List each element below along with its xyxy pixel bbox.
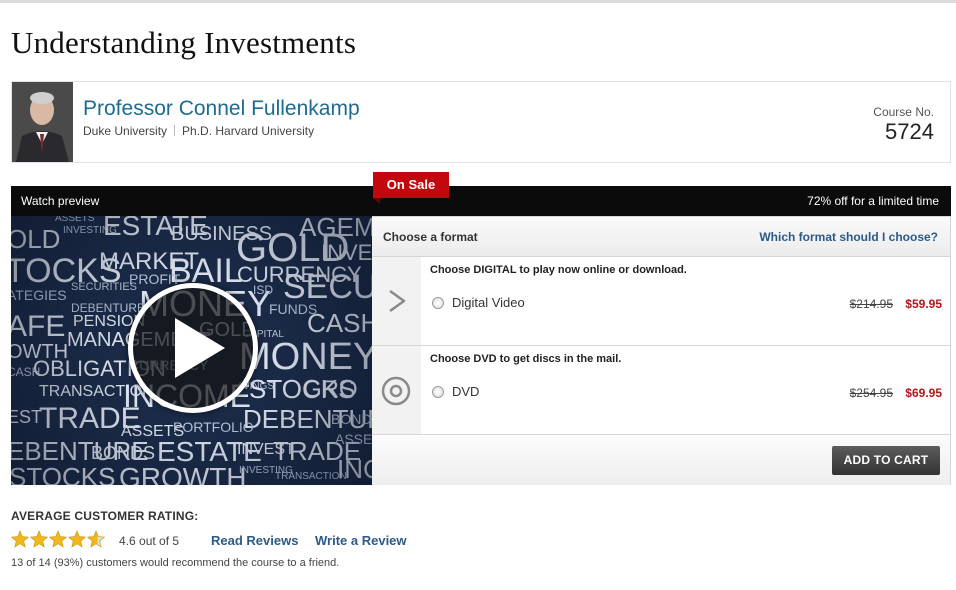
dvd-radio[interactable]: [432, 386, 444, 398]
original-price: $214.95: [849, 297, 893, 311]
discount-text: 72% off for a limited time: [807, 194, 939, 208]
format-header: Choose a format Which format should I ch…: [372, 217, 950, 257]
digital-video-radio[interactable]: [432, 297, 444, 309]
top-divider: [0, 0, 956, 3]
professor-credentials: Duke University Ph.D. Harvard University: [83, 124, 314, 138]
read-reviews-link[interactable]: Read Reviews: [211, 533, 298, 548]
original-price: $254.95: [849, 386, 893, 400]
star-icon: [86, 530, 106, 548]
professor-card: Professor Connel Fullenkamp Duke Univers…: [11, 81, 951, 163]
on-sale-ribbon-fold: [373, 198, 380, 204]
sale-price: $69.95: [905, 386, 942, 400]
star-icon: [29, 530, 49, 548]
star-icon: [10, 530, 30, 548]
add-to-cart-button[interactable]: ADD TO CART: [832, 446, 940, 475]
video-preview[interactable]: ASSETSINVESTINGESTATEBUSINESSGOLDAGEMENT…: [11, 216, 372, 485]
sale-bar: Watch preview 72% off for a limited time: [11, 186, 951, 216]
on-sale-badge: On Sale: [373, 172, 449, 198]
professor-name[interactable]: Professor Connel Fullenkamp: [83, 97, 360, 121]
format-help-link[interactable]: Which format should I choose?: [759, 230, 938, 244]
format-description: Choose DIGITAL to play now online or dow…: [430, 264, 687, 276]
play-button[interactable]: [128, 283, 258, 413]
meta-separator: [174, 125, 176, 136]
disc-icon: [381, 376, 411, 406]
format-description: Choose DVD to get discs in the mail.: [430, 353, 622, 365]
sale-price: $59.95: [905, 297, 942, 311]
star-rating-icon: [10, 530, 106, 548]
format-option-digital[interactable]: Choose DIGITAL to play now online or dow…: [372, 257, 950, 346]
write-review-link[interactable]: Write a Review: [315, 533, 407, 548]
recommend-text: 13 of 14 (93%) customers would recommend…: [11, 557, 340, 569]
cart-row: ADD TO CART: [372, 436, 950, 485]
format-option-label[interactable]: DVD: [452, 384, 479, 399]
format-icon-cell: [372, 346, 421, 434]
course-number: 5724: [885, 119, 934, 144]
watch-preview-label: Watch preview: [21, 194, 100, 208]
format-icon-cell: [372, 257, 421, 345]
professor-degree: Ph.D. Harvard University: [182, 124, 315, 138]
star-icon: [48, 530, 68, 548]
format-option-dvd[interactable]: Choose DVD to get discs in the mail. DVD…: [372, 346, 950, 435]
rating-title: AVERAGE CUSTOMER RATING:: [11, 509, 199, 523]
play-outline-icon: [389, 289, 406, 313]
avatar: [12, 82, 73, 162]
page-title: Understanding Investments: [11, 25, 357, 60]
rating-stars: [10, 529, 107, 549]
rating-value-text: 4.6 out of 5: [119, 534, 180, 548]
choose-format-label: Choose a format: [383, 230, 478, 244]
play-icon: [175, 318, 225, 378]
star-icon: [67, 530, 87, 548]
format-panel: Choose a format Which format should I ch…: [372, 216, 951, 485]
course-number-label: Course No.: [873, 105, 934, 119]
professor-affiliation: Duke University: [83, 124, 168, 138]
format-option-label[interactable]: Digital Video: [452, 295, 525, 310]
